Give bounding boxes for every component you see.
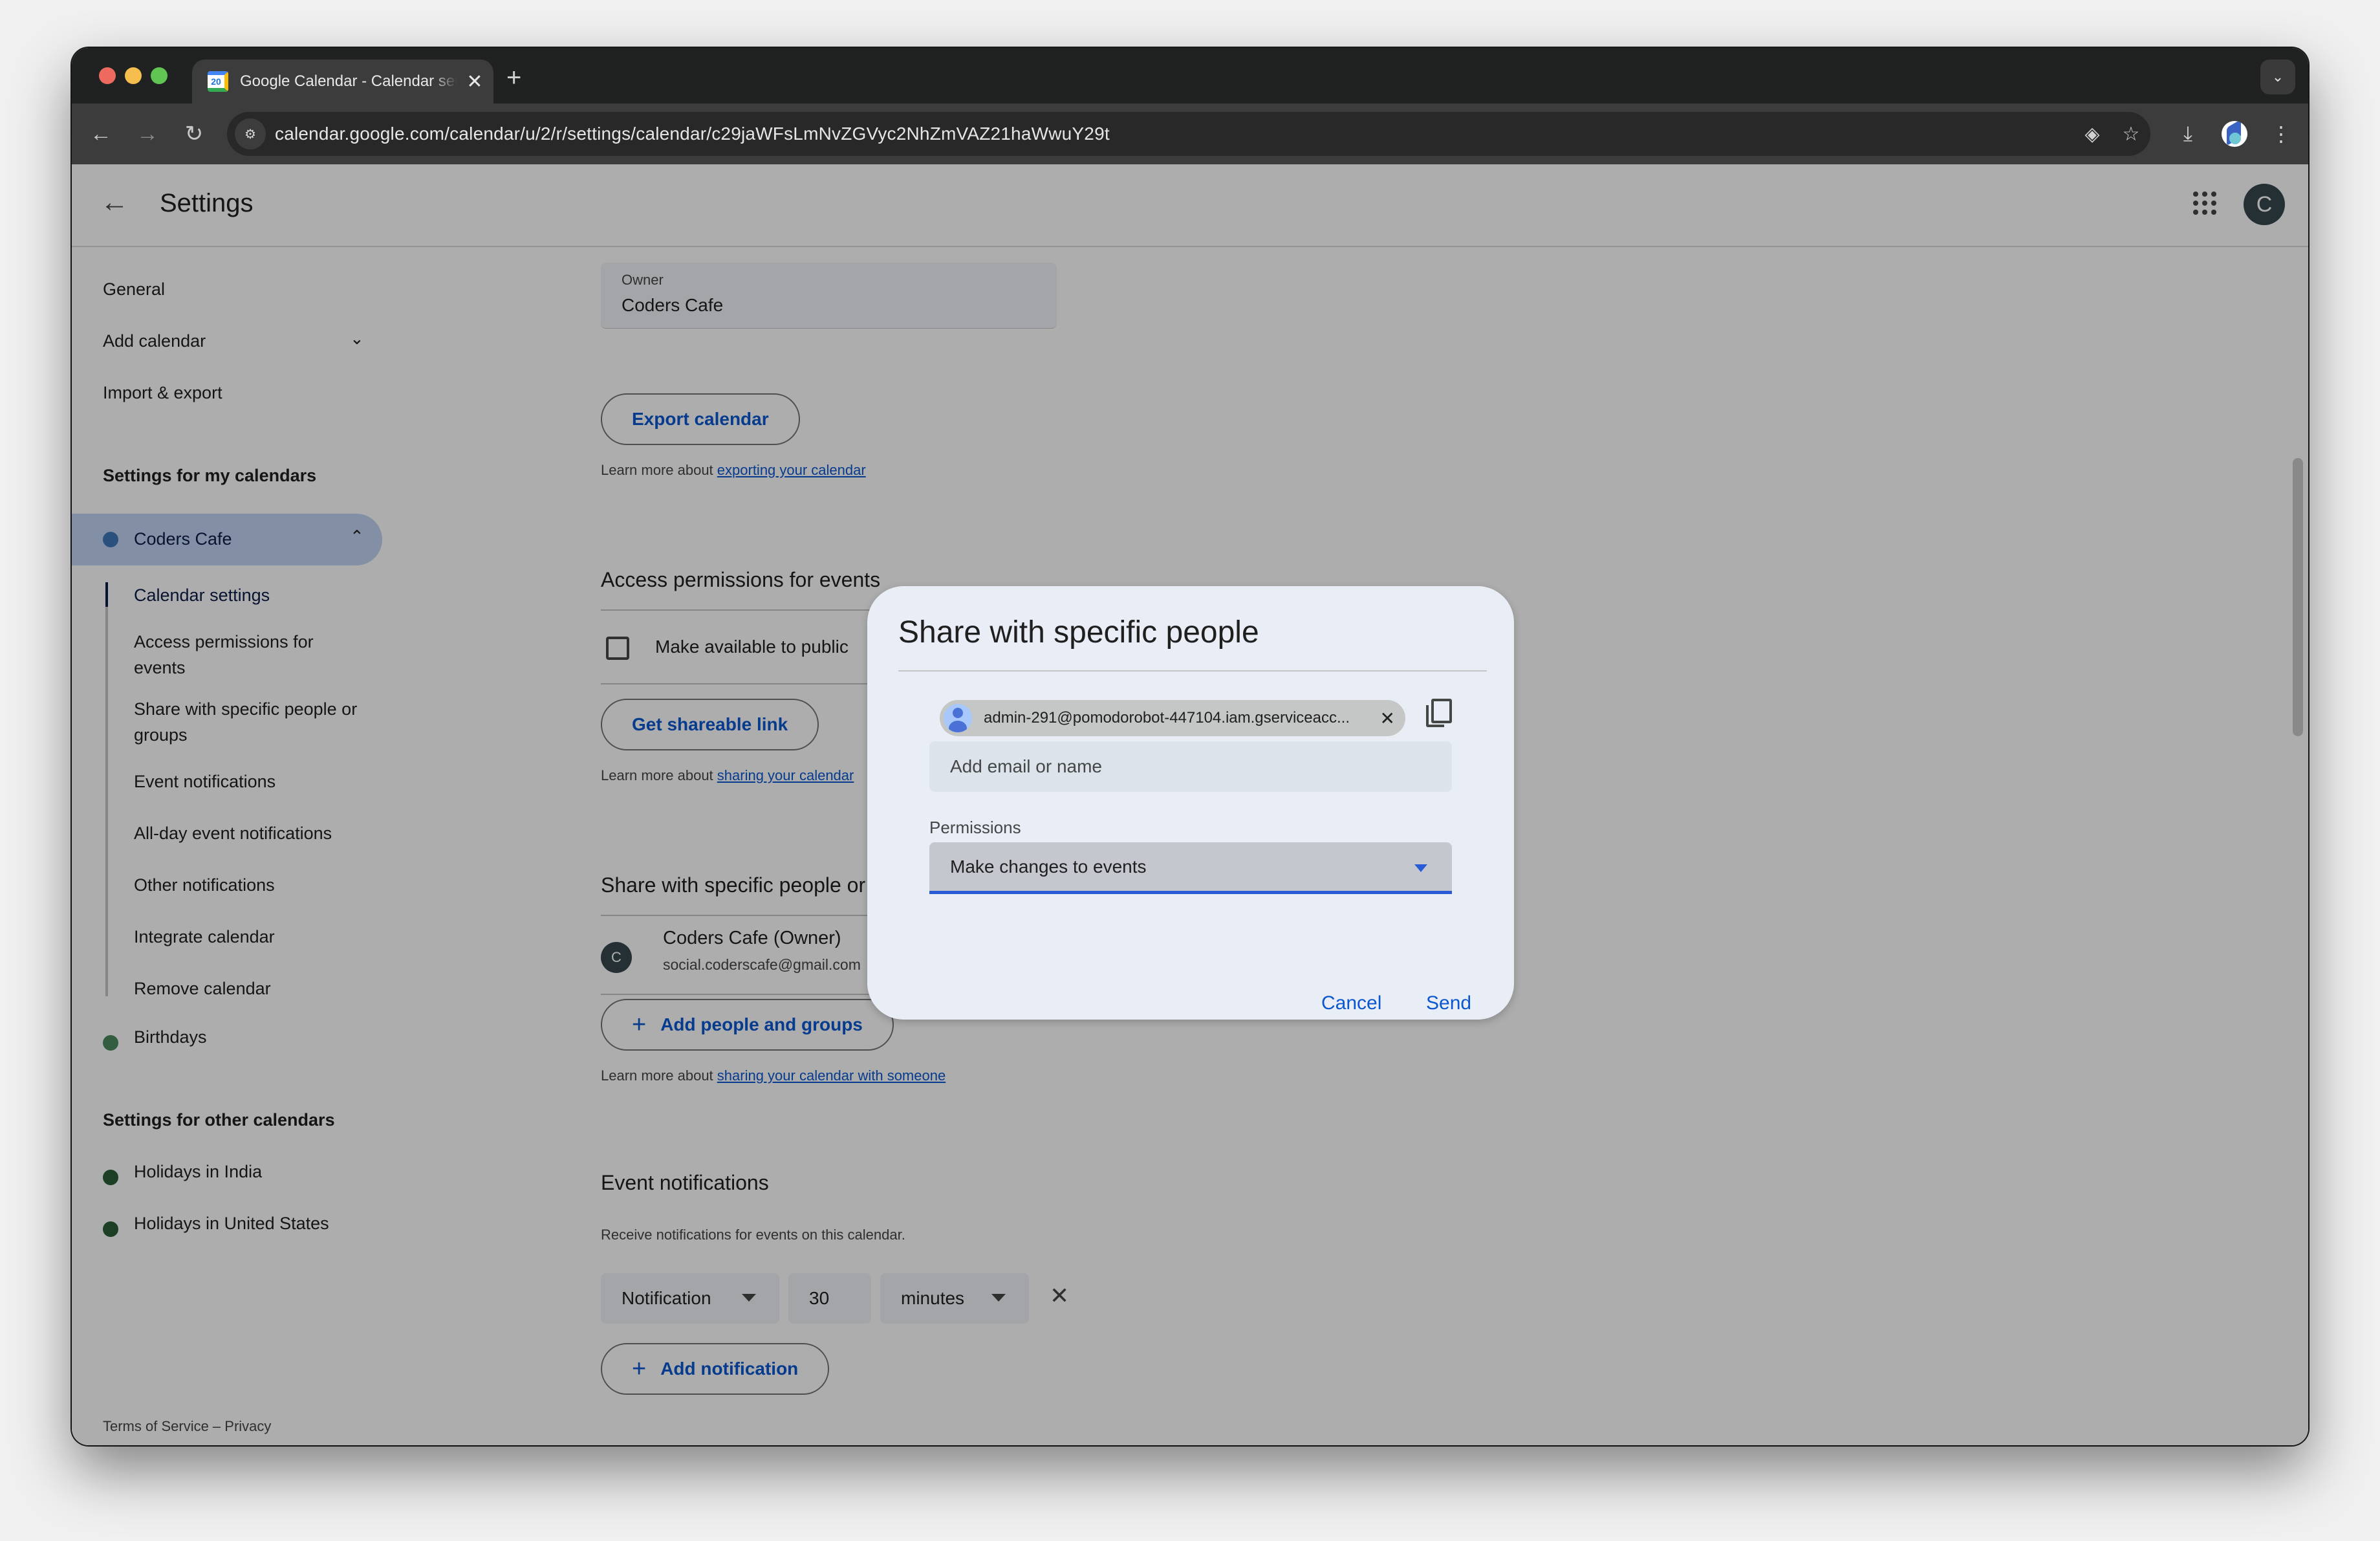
google-calendar-favicon-icon: 20 <box>208 71 228 92</box>
dialog-divider <box>898 670 1487 672</box>
copy-icon[interactable] <box>1425 697 1452 728</box>
tab-search-icon[interactable]: ⌄ <box>2260 60 2295 94</box>
cancel-button[interactable]: Cancel <box>1321 992 1381 1014</box>
browser-titlebar: 20 Google Calendar - Calendar settings ✕… <box>72 48 2308 104</box>
reload-icon[interactable]: ↻ <box>178 118 210 150</box>
permissions-label: Permissions <box>929 818 1021 837</box>
permissions-select[interactable]: Make changes to events <box>929 842 1452 894</box>
site-info-icon[interactable]: ⚙ <box>235 118 266 149</box>
add-email-input[interactable] <box>929 741 1452 792</box>
share-dialog: Share with specific people admin-291@pom… <box>867 586 1514 1020</box>
send-button[interactable]: Send <box>1426 992 1471 1014</box>
recipient-email: admin-291@pomodorobot-447104.iam.gservic… <box>984 709 1350 727</box>
address-bar[interactable]: ⚙ calendar.google.com/calendar/u/2/r/set… <box>227 112 2150 156</box>
dialog-title: Share with specific people <box>898 615 1259 650</box>
url-text[interactable]: calendar.google.com/calendar/u/2/r/setti… <box>275 124 2073 144</box>
recipient-chip[interactable]: admin-291@pomodorobot-447104.iam.gservic… <box>940 700 1405 736</box>
browser-window: 20 Google Calendar - Calendar settings ✕… <box>72 48 2308 1445</box>
browser-menu-icon[interactable]: ⋮ <box>2267 116 2295 151</box>
google-lens-icon[interactable]: ◈ <box>2073 123 2112 146</box>
maximize-window-button[interactable] <box>151 67 168 84</box>
extension-icon[interactable] <box>2220 116 2249 151</box>
remove-recipient-icon[interactable]: ✕ <box>1380 708 1395 729</box>
extension-logo-icon <box>2222 121 2247 147</box>
back-icon[interactable]: ← <box>85 118 117 150</box>
new-tab-icon[interactable]: + <box>506 63 521 93</box>
tab-close-icon[interactable]: ✕ <box>465 71 484 93</box>
dropdown-arrow-icon <box>1414 864 1427 872</box>
forward-icon[interactable]: → <box>131 118 164 150</box>
minimize-window-button[interactable] <box>125 67 142 84</box>
download-icon[interactable]: ⤓ <box>2174 116 2202 151</box>
tab-title: Google Calendar - Calendar settings <box>240 72 457 90</box>
person-icon <box>944 704 972 732</box>
bookmark-star-icon[interactable]: ☆ <box>2112 123 2150 146</box>
browser-toolbar: ← → ↻ ⚙ calendar.google.com/calendar/u/2… <box>72 104 2308 164</box>
close-window-button[interactable] <box>99 67 116 84</box>
permissions-value: Make changes to events <box>950 856 1147 877</box>
browser-tab[interactable]: 20 Google Calendar - Calendar settings ✕ <box>192 60 493 104</box>
